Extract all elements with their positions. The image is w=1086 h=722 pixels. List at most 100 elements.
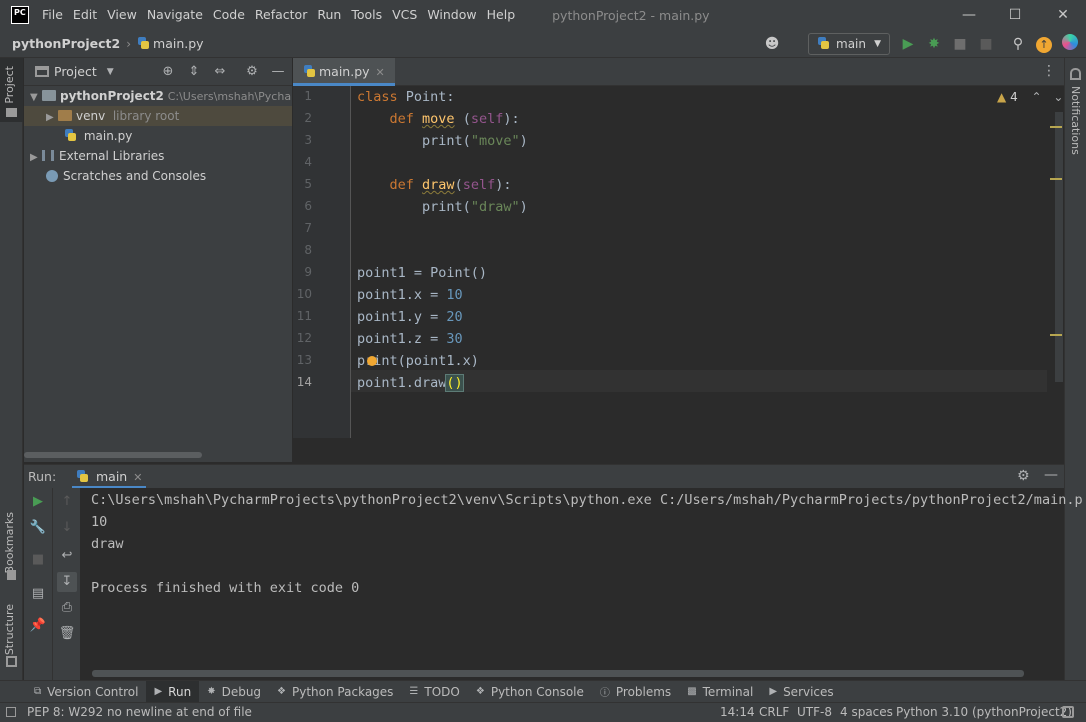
chevron-down-icon: ▼ xyxy=(874,39,881,49)
wrench-icon[interactable]: 🔧 xyxy=(28,518,48,538)
run-configuration-select[interactable]: main ▼ xyxy=(808,33,890,55)
user-icon[interactable]: ☻▾ xyxy=(762,34,782,72)
layout-toggle-icon[interactable] xyxy=(6,707,16,717)
project-panel-header: Project ▼ ⊕ ⇕ ⇔ ⚙ — xyxy=(24,58,292,86)
print-icon[interactable]: ⎙ xyxy=(57,598,77,618)
search-icon[interactable]: ⚲ xyxy=(1008,34,1028,54)
right-tool-stripe: Notifications xyxy=(1064,58,1086,680)
hide-panel-icon[interactable]: — xyxy=(1044,467,1058,483)
caret-position[interactable]: 14:14 xyxy=(720,703,755,722)
chevron-down-icon[interactable]: ⌄ xyxy=(1053,90,1063,104)
tree-item-scratches[interactable]: Scratches and Consoles xyxy=(24,166,292,186)
tool-label: Run xyxy=(168,684,192,699)
scroll-to-end-icon[interactable]: ↧ xyxy=(57,572,77,592)
lightbulb-icon[interactable] xyxy=(367,356,377,366)
stop-icon[interactable]: ■ xyxy=(28,550,48,570)
soft-wrap-icon[interactable]: ↩ xyxy=(57,546,77,566)
scrollbar-warning-mark[interactable] xyxy=(1050,334,1062,336)
arrow-up-icon[interactable]: ↑ xyxy=(57,492,77,512)
minimize-button[interactable]: — xyxy=(946,0,992,30)
menu-run[interactable]: Run xyxy=(312,0,346,30)
menu-refactor[interactable]: Refactor xyxy=(250,0,312,30)
collapse-all-icon[interactable]: ⇔ xyxy=(211,63,229,81)
notifications-tool-tab[interactable]: Notifications xyxy=(1069,86,1082,155)
menu-window[interactable]: Window xyxy=(422,0,481,30)
services-icon: ▶ xyxy=(769,686,778,697)
tool-python-console[interactable]: ❖ Python Console xyxy=(468,681,592,703)
chevron-down-icon[interactable]: ▼ xyxy=(107,67,114,77)
update-icon[interactable]: ↑ xyxy=(1034,34,1054,54)
python-interpreter[interactable]: Python 3.10 (pythonProject2) xyxy=(896,703,1072,722)
hide-panel-icon[interactable]: — xyxy=(269,63,287,81)
keyword: class xyxy=(357,89,398,105)
run-console[interactable]: C:\Users\mshah\PycharmProjects\pythonPro… xyxy=(80,488,1083,680)
tool-debug[interactable]: ✸ Debug xyxy=(199,681,269,703)
locate-file-icon[interactable]: ⊕ xyxy=(159,63,177,81)
gear-icon[interactable]: ⚙ xyxy=(243,63,261,81)
self-param: self xyxy=(470,111,504,127)
menu-tools[interactable]: Tools xyxy=(346,0,387,30)
inspection-widget[interactable]: ▲ 4 ⌃ ⌄ xyxy=(997,90,1063,104)
pin-icon[interactable]: 📌 xyxy=(28,616,48,636)
expand-all-icon[interactable]: ⇕ xyxy=(185,63,203,81)
stop-icon[interactable]: ■ xyxy=(976,34,996,54)
menu-code[interactable]: Code xyxy=(208,0,250,30)
line-separator[interactable]: CRLF xyxy=(759,703,789,722)
tool-problems[interactable]: ⓘ Problems xyxy=(592,681,679,703)
tab-main-py[interactable]: main.py ✕ xyxy=(293,58,395,86)
close-icon[interactable]: ✕ xyxy=(133,471,142,484)
tool-run[interactable]: ▶ Run xyxy=(146,680,200,703)
project-tool-tab[interactable]: Project xyxy=(3,66,16,104)
arrow-down-icon[interactable]: ↓ xyxy=(57,518,77,538)
jetbrains-icon[interactable] xyxy=(1060,34,1080,54)
tool-terminal[interactable]: ▩ Terminal xyxy=(679,681,761,703)
tree-item-venv[interactable]: ▶ venv library root xyxy=(24,106,292,126)
close-window-button[interactable]: ✕ xyxy=(1040,0,1086,30)
scrollbar-warning-mark[interactable] xyxy=(1050,178,1062,180)
menu-view[interactable]: View xyxy=(102,0,142,30)
tool-todo[interactable]: ☰ TODO xyxy=(401,681,467,703)
breadcrumb-file[interactable]: main.py xyxy=(153,36,204,51)
tree-item-external-libraries[interactable]: ▶ External Libraries xyxy=(24,146,292,166)
maximize-button[interactable]: ☐ xyxy=(992,0,1038,30)
tree-item-main-py[interactable]: main.py xyxy=(24,126,292,146)
debug-icon[interactable]: ✸ xyxy=(924,34,944,54)
line-number: 12 xyxy=(296,331,312,345)
code-line-11: point1.y = 20 xyxy=(357,306,463,328)
window-title: pythonProject2 - main.py xyxy=(552,7,710,23)
menu-navigate[interactable]: Navigate xyxy=(142,0,208,30)
file-encoding[interactable]: UTF-8 xyxy=(797,703,832,722)
tool-services[interactable]: ▶ Services xyxy=(761,681,841,703)
indent-setting[interactable]: 4 spaces xyxy=(840,703,893,722)
gear-icon[interactable]: ⚙ xyxy=(1017,468,1030,484)
bookmarks-tool-tab[interactable]: Bookmarks xyxy=(3,512,16,573)
project-panel-title[interactable]: Project xyxy=(54,64,97,79)
tool-python-packages[interactable]: ❖ Python Packages xyxy=(269,681,401,703)
menu-edit[interactable]: Edit xyxy=(68,0,102,30)
status-message[interactable]: PEP 8: W292 no newline at end of file xyxy=(27,703,252,722)
breadcrumb-project[interactable]: pythonProject2 xyxy=(12,36,120,51)
layout-icon[interactable]: ▤ xyxy=(28,584,48,604)
more-options-icon[interactable]: ⋮ xyxy=(1042,63,1056,79)
tree-root[interactable]: ▼ pythonProject2 C:\Users\mshah\PycharmPr… xyxy=(24,86,292,106)
menu-file[interactable]: File xyxy=(37,0,68,30)
console-horizontal-scrollbar[interactable] xyxy=(92,670,1024,677)
structure-tool-tab[interactable]: Structure xyxy=(3,604,16,655)
tool-version-control[interactable]: ⧉ Version Control xyxy=(26,681,146,703)
scrollbar-warning-mark[interactable] xyxy=(1050,126,1062,128)
run-tab-main[interactable]: main ✕ xyxy=(72,465,147,489)
run-icon[interactable]: ▶ xyxy=(898,34,918,54)
tool-label: Version Control xyxy=(47,684,139,699)
coverage-icon[interactable]: ■ xyxy=(950,34,970,54)
menu-help[interactable]: Help xyxy=(482,0,521,30)
lock-icon[interactable] xyxy=(1062,706,1074,718)
tool-label: Debug xyxy=(221,684,262,699)
project-horizontal-scrollbar[interactable] xyxy=(24,452,202,458)
close-icon[interactable]: ✕ xyxy=(376,66,385,79)
rerun-icon[interactable]: ▶ xyxy=(28,492,48,512)
chevron-up-icon[interactable]: ⌃ xyxy=(1032,90,1042,104)
menu-vcs[interactable]: VCS xyxy=(387,0,422,30)
trash-icon[interactable]: 🗑 xyxy=(57,624,77,644)
editor-scrollbar[interactable] xyxy=(1055,112,1063,382)
code-editor[interactable]: 1 2 3 4 5 6 7 8 9 10 11 12 13 14 class P… xyxy=(293,86,1064,438)
